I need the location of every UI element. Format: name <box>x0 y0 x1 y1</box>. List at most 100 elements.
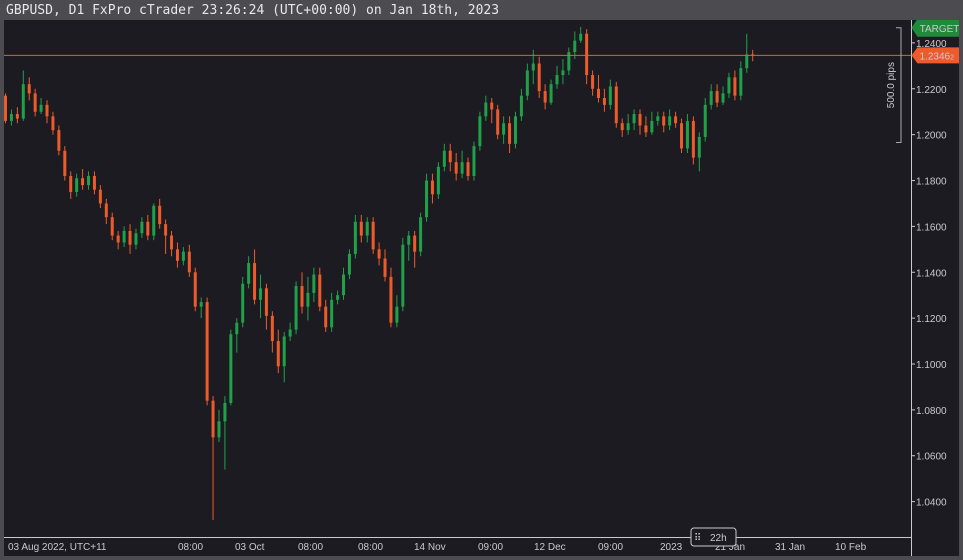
candle-body <box>276 341 280 367</box>
candle <box>98 185 102 209</box>
candle <box>128 224 132 254</box>
candle <box>81 169 85 190</box>
candle-body <box>502 123 506 135</box>
candle <box>51 111 55 135</box>
price-tick-label: 1.2000 <box>916 131 947 142</box>
candle <box>745 33 749 73</box>
candle-body <box>484 102 488 117</box>
candle-body <box>164 224 168 236</box>
candle-body <box>436 166 440 195</box>
candle-body <box>175 249 179 261</box>
pips-measure[interactable]: 500.0 pips <box>886 27 902 143</box>
candle <box>680 118 684 154</box>
candle <box>460 150 464 179</box>
candle-body <box>709 91 713 105</box>
candle <box>407 230 411 261</box>
candle-body <box>531 63 535 71</box>
candle-body <box>644 125 648 133</box>
candle-body <box>223 402 227 422</box>
time-tick-label: 12 Dec <box>534 542 566 553</box>
candle-body <box>312 274 316 293</box>
candle-body <box>745 54 749 69</box>
candle-body <box>282 336 286 367</box>
candle <box>561 58 565 85</box>
candle <box>650 111 654 135</box>
candle <box>508 116 512 154</box>
candle-body <box>638 114 642 126</box>
candle <box>15 107 19 124</box>
candle <box>330 292 334 332</box>
candle-body <box>170 235 174 250</box>
grip-icon: ⠿ <box>694 533 701 544</box>
candle <box>478 111 482 151</box>
candle <box>4 93 7 124</box>
candle <box>27 77 31 101</box>
candle <box>187 244 191 277</box>
price-axis[interactable]: 1.24001.22001.20001.18001.16001.14001.12… <box>911 20 948 556</box>
candle <box>502 116 506 144</box>
candle <box>395 295 399 328</box>
candle <box>549 79 553 105</box>
candle <box>164 219 168 254</box>
candle <box>543 84 547 110</box>
candle <box>253 249 257 305</box>
current-price-label: 1.23462 <box>920 51 955 62</box>
chart-area[interactable]: 1.2400 1.2200 1.2000 1.1800 1.1600 1.1400 1.12… <box>4 20 959 556</box>
candle <box>359 214 363 243</box>
price-tick-label: 1.0600 <box>916 452 947 463</box>
candle-body <box>336 295 340 300</box>
candle-body <box>413 235 417 252</box>
candle <box>656 111 660 126</box>
candle-body <box>549 84 553 103</box>
candle-body <box>288 329 292 337</box>
candle <box>626 114 630 135</box>
candle <box>537 56 541 98</box>
candle-body <box>152 205 156 236</box>
candle-body <box>632 114 636 124</box>
time-badge[interactable]: ⠿ 22h <box>690 527 737 547</box>
candle <box>247 256 251 289</box>
candle <box>21 70 25 121</box>
time-axis[interactable]: 03 Aug 2022, UTC+11 08:00 03 Oct 08:00 08:00… <box>4 537 912 554</box>
candle <box>608 79 612 110</box>
candle-body <box>656 116 660 121</box>
candle <box>425 173 429 222</box>
candle-body <box>205 302 209 401</box>
target-badge[interactable]: TARGET <box>911 20 960 37</box>
candle <box>602 88 606 112</box>
candle <box>721 86 725 105</box>
time-tick-label: 03 Aug 2022, UTC+11 <box>8 542 107 553</box>
candle <box>389 267 393 328</box>
candle <box>591 70 595 96</box>
candle <box>282 331 286 383</box>
candle-body <box>324 306 328 328</box>
candle-body <box>602 97 606 105</box>
candle-body <box>685 120 689 149</box>
time-tick-label: 08:00 <box>178 542 203 553</box>
candle <box>567 47 571 76</box>
candle <box>466 157 470 181</box>
candle-body <box>513 116 517 144</box>
candlestick-chart[interactable]: 1.24001.22001.20001.18001.16001.14001.12… <box>4 20 959 556</box>
candle <box>662 111 666 133</box>
candle <box>555 65 559 89</box>
candle <box>442 143 446 172</box>
candle <box>709 84 713 110</box>
price-tick-label: 1.1600 <box>916 222 947 233</box>
candle <box>597 75 600 103</box>
candle-body <box>383 258 387 277</box>
window-title: GBPUSD, D1 FxPro cTrader 23:26:24 (UTC+0… <box>6 3 500 18</box>
candle <box>513 111 517 149</box>
candle-body <box>668 116 672 126</box>
candle <box>217 409 221 442</box>
candle <box>703 97 707 142</box>
candle-body <box>9 114 13 121</box>
candle-body <box>525 70 529 96</box>
candle-body <box>543 91 547 103</box>
price-tick-label: 1.1800 <box>916 177 947 188</box>
candle <box>383 249 387 282</box>
candle-body <box>110 217 114 236</box>
candle-body <box>555 75 559 85</box>
measure-label: 500.0 pips <box>886 62 897 108</box>
candle <box>205 297 209 406</box>
